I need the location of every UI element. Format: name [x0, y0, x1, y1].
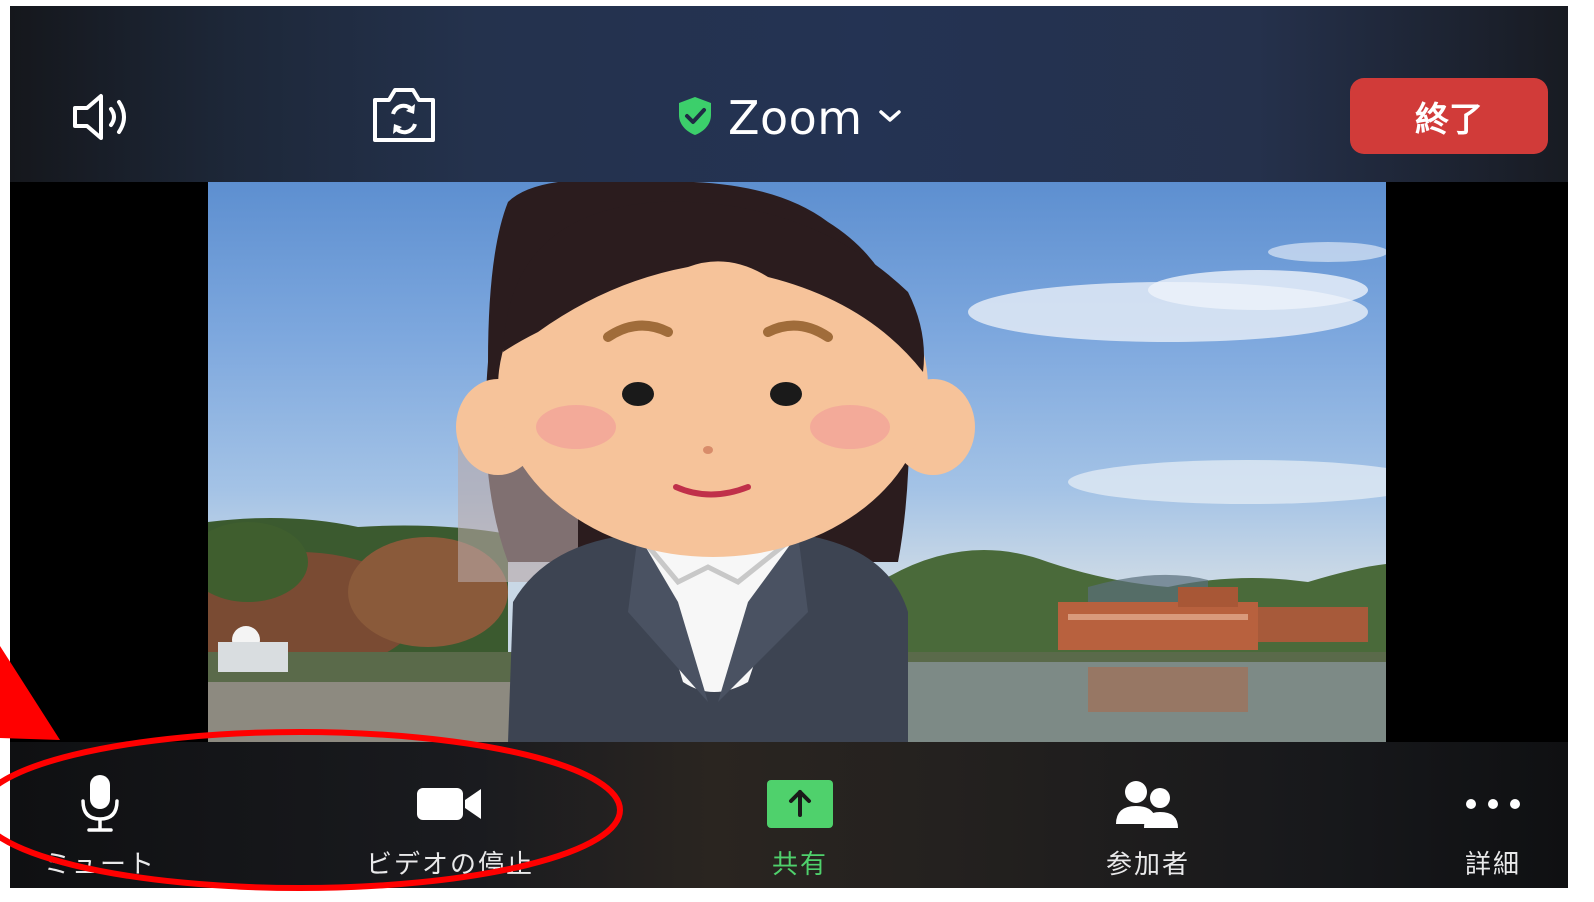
camera-flip-icon[interactable] — [366, 82, 442, 148]
share-button[interactable]: 共有 — [700, 772, 900, 882]
top-bar: Zoom 終了 — [10, 6, 1568, 182]
stop-video-button[interactable]: ビデオの停止 — [350, 772, 550, 882]
mute-button[interactable]: ミュート — [10, 772, 200, 882]
participants-icon — [1112, 772, 1184, 836]
end-meeting-button[interactable]: 終了 — [1350, 78, 1548, 154]
participants-button[interactable]: 参加者 — [1048, 772, 1248, 882]
microphone-icon — [77, 772, 123, 836]
share-label: 共有 — [771, 850, 828, 880]
share-arrow-up-icon — [766, 772, 834, 836]
more-button[interactable]: 詳細 — [1393, 772, 1568, 882]
mute-label: ミュート — [43, 850, 156, 880]
stop-video-label: ビデオの停止 — [365, 850, 534, 880]
more-dots-icon — [1463, 772, 1523, 836]
meeting-title: Zoom — [728, 91, 863, 145]
speaker-icon[interactable] — [62, 86, 142, 148]
video-camera-icon — [415, 772, 485, 836]
more-label: 詳細 — [1464, 850, 1521, 880]
zoom-meeting-screen: Zoom 終了 ミュート ビデオの停止 共有 参加者 詳細 — [10, 6, 1568, 888]
meeting-title-menu[interactable]: Zoom — [676, 88, 903, 148]
meeting-toolbar: ミュート ビデオの停止 共有 参加者 詳細 — [10, 742, 1568, 888]
video-feed — [208, 182, 1386, 742]
chevron-down-icon — [877, 107, 903, 129]
shield-check-icon — [676, 95, 714, 141]
video-scene — [208, 182, 1386, 742]
participants-label: 参加者 — [1105, 850, 1190, 880]
